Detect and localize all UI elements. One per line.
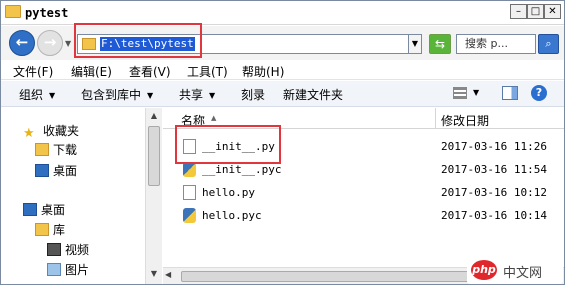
address-path[interactable]: F:\test\pytest	[100, 37, 195, 51]
menu-view[interactable]: 查看(V)	[129, 63, 171, 80]
nav-label: 桌面	[53, 164, 78, 178]
scroll-left-icon[interactable]: ◀	[165, 270, 171, 279]
include-library-button[interactable]: 包含到库中 ▼	[81, 86, 153, 103]
file-row[interactable]: hello.pyc 2017-03-16 10:14	[163, 205, 564, 227]
scrollbar-thumb[interactable]	[148, 126, 160, 186]
nav-item-videos[interactable]: 视频	[47, 241, 89, 258]
address-bar[interactable]: F:\test\pytest	[77, 34, 422, 54]
preview-pane-icon[interactable]	[502, 86, 518, 100]
column-header: 名称 ▲ 修改日期	[163, 108, 564, 129]
maximize-button[interactable]: □	[527, 4, 544, 19]
address-row: ← → ▼ F:\test\pytest ▼ ⇆ 搜索 p... ⌕	[1, 26, 564, 60]
download-folder-icon	[35, 143, 49, 156]
help-icon[interactable]: ?	[531, 85, 547, 101]
organize-button[interactable]: 组织 ▼	[19, 86, 55, 103]
share-label: 共享	[179, 88, 204, 102]
nav-item-libraries[interactable]: 库	[35, 221, 65, 238]
close-button[interactable]: ✕	[544, 4, 561, 19]
nav-item-pictures[interactable]: 图片	[47, 261, 89, 278]
chevron-down-icon[interactable]: ▼	[473, 88, 479, 97]
video-icon	[47, 243, 61, 256]
pyc-file-icon	[183, 162, 196, 177]
nav-label: 图片	[65, 263, 90, 277]
desktop-icon	[35, 164, 49, 177]
file-row[interactable]: __init__.py 2017-03-16 11:26	[163, 136, 564, 158]
explorer-window: pytest – □ ✕ ← → ▼ F:\test\pytest ▼ ⇆ 搜索…	[0, 0, 565, 285]
file-date: 2017-03-16 11:26	[441, 140, 547, 153]
minimize-button[interactable]: –	[510, 4, 527, 19]
nav-label: 收藏夹	[43, 124, 80, 138]
address-dropdown-chevron-icon[interactable]: ▼	[408, 34, 422, 54]
nav-item-desktop[interactable]: 桌面	[23, 201, 65, 218]
recent-pages-chevron-icon[interactable]: ▼	[65, 39, 71, 48]
file-name: __init__.py	[202, 140, 275, 153]
nav-item-desktop-favorite[interactable]: 桌面	[35, 162, 77, 179]
title-bar: pytest – □ ✕	[1, 1, 564, 25]
organize-label: 组织	[19, 88, 44, 102]
desktop-icon	[23, 203, 37, 216]
view-options-icon[interactable]	[453, 87, 467, 99]
back-arrow-icon[interactable]: ←	[9, 30, 35, 56]
menu-tools[interactable]: 工具(T)	[187, 63, 228, 80]
php-logo: php	[471, 260, 497, 280]
search-icon[interactable]: ⌕	[538, 34, 559, 54]
menu-file[interactable]: 文件(F)	[13, 63, 53, 80]
folder-icon	[5, 5, 21, 18]
nav-scrollbar[interactable]: ▲ ▼	[145, 108, 162, 284]
nav-label: 下载	[53, 143, 78, 157]
nav-item-favorites[interactable]: ★ 收藏夹	[23, 122, 80, 141]
column-name[interactable]: 名称	[181, 112, 205, 129]
star-icon: ★	[23, 126, 35, 141]
file-row[interactable]: __init__.pyc 2017-03-16 11:54	[163, 159, 564, 181]
watermark: php 中文网	[467, 256, 563, 284]
nav-label: 视频	[65, 243, 90, 257]
py-file-icon	[183, 185, 196, 200]
scroll-up-icon[interactable]: ▲	[146, 108, 162, 124]
search-input[interactable]: 搜索 p...	[456, 34, 536, 54]
menu-edit[interactable]: 编辑(E)	[71, 63, 112, 80]
file-row[interactable]: hello.py 2017-03-16 10:12	[163, 182, 564, 204]
column-divider[interactable]	[435, 108, 436, 128]
command-bar: 组织 ▼ 包含到库中 ▼ 共享 ▼ 刻录 新建文件夹 ▼ ?	[1, 81, 564, 107]
forward-arrow-icon[interactable]: →	[37, 30, 63, 56]
sort-ascending-icon: ▲	[211, 114, 217, 122]
py-file-icon	[183, 139, 196, 154]
file-date: 2017-03-16 11:54	[441, 163, 547, 176]
include-library-label: 包含到库中	[81, 88, 142, 102]
file-name: hello.py	[202, 186, 255, 199]
chevron-down-icon: ▼	[209, 91, 216, 100]
file-date: 2017-03-16 10:14	[441, 209, 547, 222]
menu-help[interactable]: 帮助(H)	[242, 63, 284, 80]
watermark-text: 中文网	[503, 266, 543, 281]
folder-icon	[82, 38, 96, 50]
picture-icon	[47, 263, 61, 276]
file-date: 2017-03-16 10:12	[441, 186, 547, 199]
file-name: __init__.pyc	[202, 163, 282, 176]
scroll-down-icon[interactable]: ▼	[146, 266, 162, 282]
navigation-pane: ★ 收藏夹 下载 桌面 桌面 库 视频 图片	[1, 108, 145, 284]
library-icon	[35, 223, 49, 236]
file-name: hello.pyc	[202, 209, 262, 222]
chevron-down-icon: ▼	[147, 91, 154, 100]
new-folder-button[interactable]: 新建文件夹	[283, 86, 343, 103]
nav-label: 桌面	[41, 203, 66, 217]
nav-item-downloads[interactable]: 下载	[35, 141, 77, 158]
column-modified[interactable]: 修改日期	[441, 112, 489, 129]
refresh-icon[interactable]: ⇆	[429, 34, 451, 54]
chevron-down-icon: ▼	[49, 91, 56, 100]
pyc-file-icon	[183, 208, 196, 223]
window-title: pytest	[25, 6, 69, 20]
nav-label: 库	[53, 223, 66, 237]
share-button[interactable]: 共享 ▼	[179, 86, 215, 103]
burn-button[interactable]: 刻录	[241, 86, 265, 103]
menu-bar: 文件(F) 编辑(E) 查看(V) 工具(T) 帮助(H)	[1, 60, 564, 80]
scrollbar-thumb[interactable]	[181, 271, 471, 282]
